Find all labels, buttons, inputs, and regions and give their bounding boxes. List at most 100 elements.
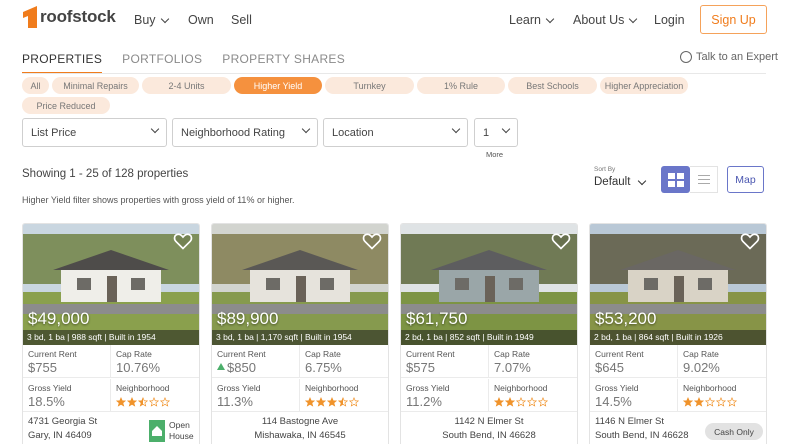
nav-learn[interactable]: Learn bbox=[509, 13, 555, 27]
property-card[interactable]: $61,750 2 bd, 1 ba | 852 sqft | Built in… bbox=[400, 223, 578, 444]
nav-sell[interactable]: Sell bbox=[231, 13, 252, 27]
cap-rate-value: 7.07% bbox=[494, 360, 531, 375]
tab-property-shares[interactable]: PROPERTY SHARES bbox=[222, 50, 345, 74]
nav-login-label: Login bbox=[654, 13, 685, 27]
property-photo[interactable]: $89,900 3 bd, 1 ba | 1,170 sqft | Built … bbox=[212, 224, 388, 345]
gross-yield-label: Gross Yield bbox=[406, 383, 450, 393]
neighborhood-rating-label: Neighborhood Rating bbox=[181, 126, 285, 139]
grid-icon bbox=[667, 172, 675, 179]
tab-portfolios[interactable]: PORTFOLIOS bbox=[122, 50, 202, 74]
grid-view-button[interactable] bbox=[661, 166, 690, 193]
star-icon bbox=[705, 397, 715, 407]
current-rent-value: $645 bbox=[595, 360, 624, 375]
star-icon bbox=[160, 397, 170, 407]
gross-yield-cell: Gross Yield 11.2% bbox=[401, 379, 489, 412]
heart-icon[interactable] bbox=[551, 231, 571, 251]
chevron-down-icon bbox=[451, 124, 461, 134]
nav-login[interactable]: Login bbox=[654, 13, 685, 27]
star-icon bbox=[127, 397, 137, 407]
star-icon bbox=[716, 397, 726, 407]
address-city: Gary, IN 46409 bbox=[28, 430, 92, 441]
gross-yield-cell: Gross Yield 11.3% bbox=[212, 379, 300, 412]
star-icon bbox=[727, 397, 737, 407]
cap-rate-value: 6.75% bbox=[305, 360, 342, 375]
more-filters-select[interactable]: 1 bbox=[474, 118, 518, 147]
gross-yield-value: 18.5% bbox=[28, 394, 65, 409]
address-city: South Bend, IN 46628 bbox=[595, 430, 689, 441]
heart-icon[interactable] bbox=[362, 231, 382, 251]
chip-turnkey[interactable]: Turnkey bbox=[325, 77, 414, 94]
property-address[interactable]: 4731 Georgia St Gary, IN 46409 bbox=[28, 415, 97, 443]
sort-by-select[interactable]: Default bbox=[594, 176, 647, 188]
nav-about[interactable]: About Us bbox=[573, 13, 638, 27]
location-select[interactable]: Location bbox=[323, 118, 468, 147]
open-house-icon bbox=[149, 420, 165, 442]
star-icon bbox=[538, 397, 548, 407]
property-specs: 2 bd, 1 ba | 852 sqft | Built in 1949 bbox=[401, 330, 577, 345]
chip-best-schools[interactable]: Best Schools bbox=[508, 77, 597, 94]
chip-higher-yield[interactable]: Higher Yield bbox=[234, 77, 322, 94]
list-icon bbox=[697, 175, 710, 176]
tab-properties[interactable]: PROPERTIES bbox=[22, 50, 103, 74]
property-photo[interactable]: $53,200 2 bd, 1 ba | 864 sqft | Built in… bbox=[590, 224, 766, 345]
roofstock-logo-icon bbox=[23, 6, 37, 28]
heart-icon[interactable] bbox=[173, 231, 193, 251]
gross-yield-value: 11.2% bbox=[406, 394, 442, 409]
chevron-down-icon bbox=[545, 14, 555, 23]
chip-1-percent-rule[interactable]: 1% Rule bbox=[417, 77, 505, 94]
current-rent-label: Current Rent bbox=[28, 349, 77, 359]
logo[interactable]: roofstock bbox=[23, 6, 116, 28]
chip-minimal-repairs[interactable]: Minimal Repairs bbox=[52, 77, 139, 94]
property-card[interactable]: $89,900 3 bd, 1 ba | 1,170 sqft | Built … bbox=[211, 223, 389, 444]
talk-to-expert-link[interactable]: Talk to an Expert bbox=[680, 51, 778, 63]
gross-yield-cell: Gross Yield 14.5% bbox=[590, 379, 678, 412]
chip-all[interactable]: All bbox=[22, 77, 49, 94]
star-icon bbox=[349, 397, 359, 407]
property-card[interactable]: $49,000 3 bd, 1 ba | 988 sqft | Built in… bbox=[22, 223, 200, 444]
property-address[interactable]: 1146 N Elmer St South Bend, IN 46628 bbox=[595, 415, 689, 443]
location-label: Location bbox=[332, 126, 374, 139]
star-icon bbox=[138, 397, 148, 407]
map-button[interactable]: Map bbox=[727, 166, 764, 193]
neighborhood-label: Neighborhood bbox=[305, 383, 359, 393]
gross-yield-label: Gross Yield bbox=[595, 383, 639, 393]
nav-own[interactable]: Own bbox=[188, 13, 214, 27]
list-view-button[interactable] bbox=[690, 166, 718, 193]
property-address[interactable]: 114 Bastogne Ave Mishawaka, IN 46545 bbox=[212, 415, 388, 443]
star-icon bbox=[516, 397, 526, 407]
chip-2-4-units[interactable]: 2-4 Units bbox=[142, 77, 231, 94]
current-rent-label: Current Rent bbox=[217, 349, 266, 359]
listing-price: $61,750 bbox=[406, 309, 468, 328]
property-address[interactable]: 1142 N Elmer St South Bend, IN 46628 bbox=[401, 415, 577, 443]
star-icon bbox=[116, 397, 126, 407]
chevron-down-icon bbox=[150, 124, 160, 134]
heart-icon[interactable] bbox=[740, 231, 760, 251]
chip-higher-appreciation[interactable]: Higher Appreciation bbox=[600, 77, 688, 94]
chip-price-reduced[interactable]: Price Reduced bbox=[22, 97, 110, 114]
cap-rate-value: 9.02% bbox=[683, 360, 720, 375]
more-filters-label[interactable]: More bbox=[486, 150, 503, 159]
cap-rate-label: Cap Rate bbox=[683, 349, 719, 359]
property-photo[interactable]: $49,000 3 bd, 1 ba | 988 sqft | Built in… bbox=[23, 224, 199, 345]
chevron-down-icon bbox=[301, 124, 311, 134]
address-city: Mishawaka, IN 46545 bbox=[254, 430, 346, 441]
list-icon bbox=[697, 183, 710, 184]
neighborhood-cell: Neighborhood bbox=[111, 379, 199, 412]
star-icon bbox=[338, 397, 348, 407]
neighborhood-rating bbox=[683, 397, 737, 407]
list-price-select[interactable]: List Price bbox=[22, 118, 167, 147]
gross-yield-label: Gross Yield bbox=[28, 383, 72, 393]
nav-buy[interactable]: Buy bbox=[134, 13, 169, 27]
property-card[interactable]: $53,200 2 bd, 1 ba | 864 sqft | Built in… bbox=[589, 223, 767, 444]
neighborhood-rating-select[interactable]: Neighborhood Rating bbox=[172, 118, 318, 147]
current-rent-cell: Current Rent $575 bbox=[401, 345, 489, 378]
nav-buy-label: Buy bbox=[134, 13, 156, 27]
property-photo[interactable]: $61,750 2 bd, 1 ba | 852 sqft | Built in… bbox=[401, 224, 577, 345]
open-house-badge: Open House bbox=[149, 420, 194, 442]
nav-own-label: Own bbox=[188, 13, 214, 27]
address-street: 1142 N Elmer St bbox=[454, 416, 524, 427]
signup-button[interactable]: Sign Up bbox=[700, 5, 767, 34]
address-street: 4731 Georgia St bbox=[28, 416, 98, 427]
talk-to-expert-label: Talk to an Expert bbox=[696, 51, 778, 63]
cap-rate-label: Cap Rate bbox=[116, 349, 152, 359]
